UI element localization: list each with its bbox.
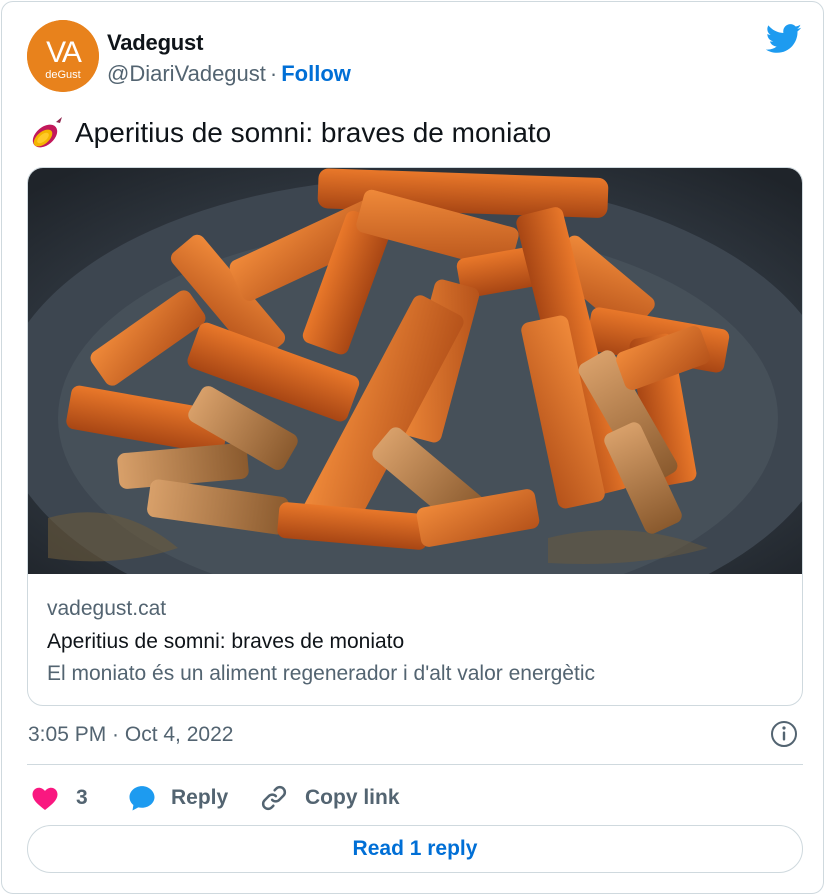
avatar[interactable]: VA deGust: [27, 20, 99, 92]
author-name[interactable]: Vadegust: [107, 30, 203, 56]
svg-text:deGust: deGust: [45, 69, 80, 81]
author-handle-line: @DiariVadegust · Follow: [107, 61, 351, 87]
author-handle[interactable]: @DiariVadegust: [107, 61, 266, 86]
heart-icon: [32, 787, 58, 810]
sweet-potato-fries-photo: [28, 168, 802, 574]
copy-link-label: Copy link: [305, 786, 400, 809]
copy-link-button[interactable]: Copy link: [259, 780, 400, 816]
reply-button[interactable]: Reply: [127, 780, 228, 816]
link-chain-icon: [261, 785, 287, 811]
tweet-embed-card: VA deGust Vadegust @DiariVadegust · Follow…: [1, 1, 824, 894]
link-description: El moniato és un aliment regenerador i d…: [47, 662, 595, 685]
like-count: 3: [76, 786, 88, 809]
like-button[interactable]: 3: [30, 780, 88, 816]
speech-bubble-icon: [129, 786, 155, 811]
tweet-text: Aperitius de somni: braves de moniato: [75, 117, 552, 148]
tweet-timestamp[interactable]: 3:05 PM · Oct 4, 2022: [28, 723, 233, 747]
read-replies-button[interactable]: Read 1 reply: [27, 825, 803, 873]
tweet-text-line: Aperitius de somni: braves de moniato: [29, 114, 551, 152]
reply-label: Reply: [171, 786, 229, 809]
divider: [27, 764, 803, 765]
link-preview-card[interactable]: vadegust.cat Aperitius de somni: braves …: [27, 167, 803, 706]
read-replies-label: Read 1 reply: [352, 837, 478, 860]
vadegust-logo-icon: VA deGust: [27, 20, 99, 92]
info-icon[interactable]: [769, 719, 799, 749]
link-title: Aperitius de somni: braves de moniato: [47, 630, 405, 653]
link-domain: vadegust.cat: [47, 597, 167, 620]
svg-text:VA: VA: [46, 36, 82, 69]
separator-dot: ·: [269, 61, 278, 86]
sweet-potato-icon: [32, 117, 62, 148]
follow-link[interactable]: Follow: [281, 61, 351, 86]
twitter-bird-icon[interactable]: [766, 24, 802, 54]
